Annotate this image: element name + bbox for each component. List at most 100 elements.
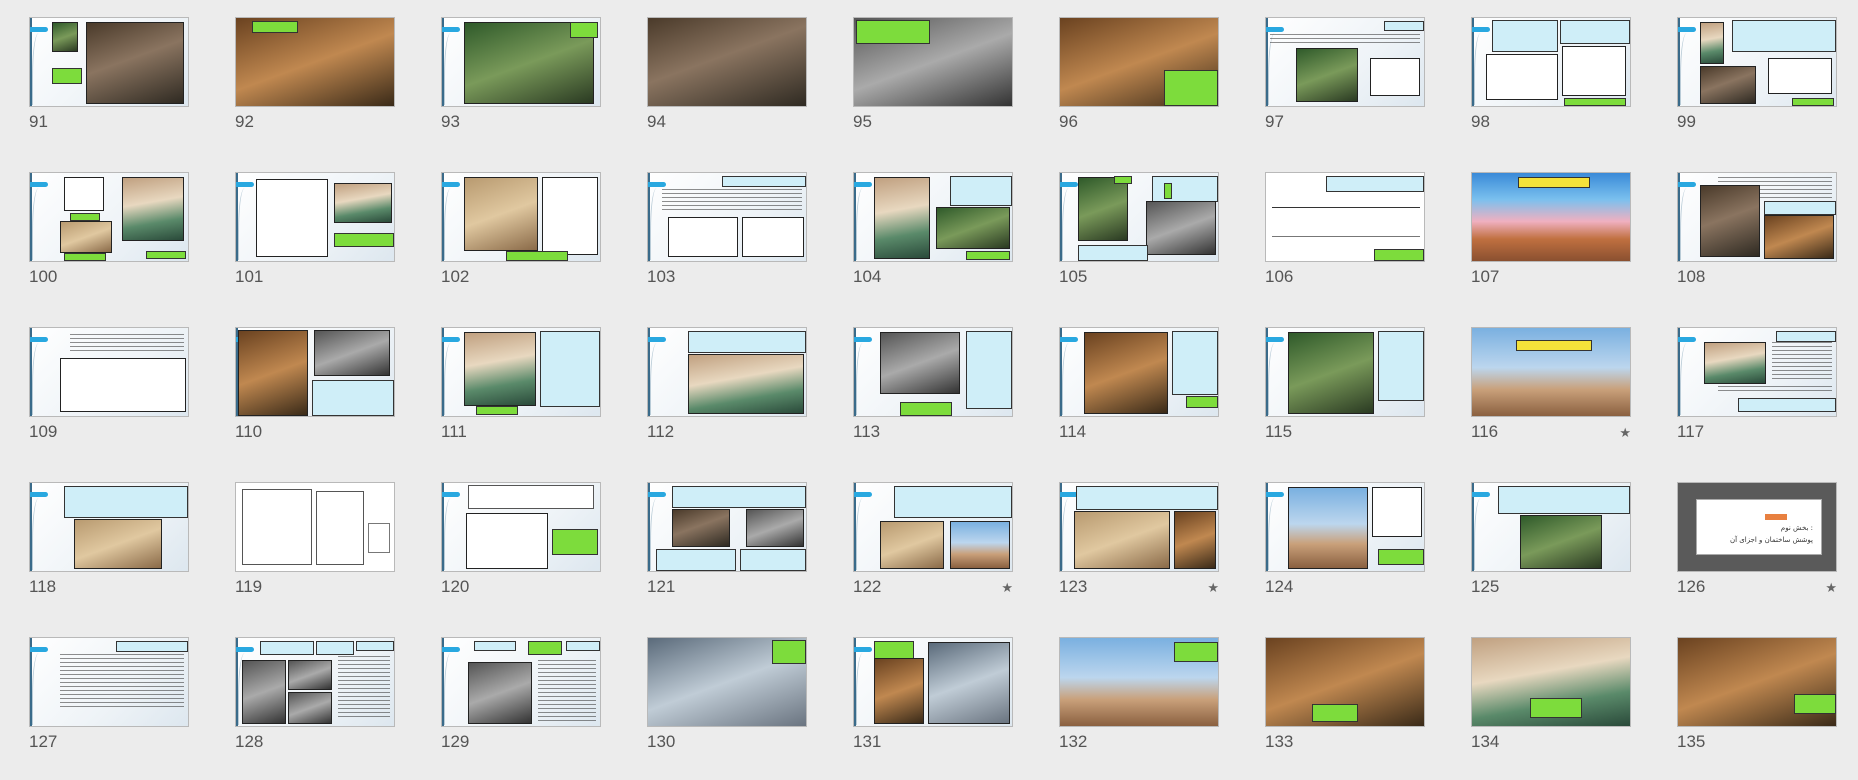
slide-thumbnail-94[interactable]: 94 [647,17,807,146]
slide-thumbnail-109[interactable]: 109 [29,327,189,456]
slide-number: 98 [1471,112,1490,131]
slide-number: 116 [1471,422,1499,441]
slide-preview [235,327,395,417]
star-icon[interactable]: ★ [1207,581,1219,596]
slide-thumbnail-130[interactable]: 130 [647,637,807,766]
slide-number: 135 [1677,732,1706,751]
slide-number: 107 [1471,267,1500,286]
slide-thumbnail-111[interactable]: 111 [441,327,601,456]
slide-thumbnail-131[interactable]: 131 [853,637,1013,766]
slide-thumbnail-102[interactable]: 102 [441,172,601,301]
slide-thumbnail-96[interactable]: 96 [1059,17,1219,146]
slide-preview [1677,637,1837,727]
slide-thumbnail-121[interactable]: 121 [647,482,807,611]
slide-thumbnail-129[interactable]: 129 [441,637,601,766]
slide-preview [1471,482,1631,572]
slide-number: 104 [853,267,882,286]
slide-thumbnail-92[interactable]: 92 [235,17,395,146]
slide-number: 128 [235,732,264,751]
slide-preview [1059,637,1219,727]
slide-thumbnail-115[interactable]: 115 [1265,327,1425,456]
slide-thumbnail-112[interactable]: 112 [647,327,807,456]
slide-preview [1471,17,1631,107]
slide-number: 113 [853,422,881,441]
slide-preview [441,172,601,262]
slide-thumbnail-116[interactable]: 116 ★ [1471,327,1631,456]
slide-thumbnail-123[interactable]: 123 ★ [1059,482,1219,611]
slide-thumbnail-132[interactable]: 132 [1059,637,1219,766]
slide-preview [1265,327,1425,417]
slide-number: 102 [441,267,470,286]
slide-thumbnail-106[interactable]: 106 [1265,172,1425,301]
slide-preview [1265,482,1425,572]
slide-thumbnail-91[interactable]: 91 [29,17,189,146]
slide-preview [29,172,189,262]
slide-thumbnail-101[interactable]: 101 [235,172,395,301]
slide-thumbnail-118[interactable]: 118 [29,482,189,611]
slide-thumbnail-104[interactable]: 104 [853,172,1013,301]
slide-thumbnail-98[interactable]: 98 [1471,17,1631,146]
slide-thumbnail-125[interactable]: 125 [1471,482,1631,611]
slide-thumbnail-117[interactable]: 117 [1677,327,1837,456]
slide-thumbnail-95[interactable]: 95 [853,17,1013,146]
title-placeholder: بخش نوم : پوشش ساختمان و اجزای آن [1696,499,1822,555]
slide-number: 123 [1059,577,1088,596]
slide-preview [1471,637,1631,727]
slide-thumbnail-124[interactable]: 124 [1265,482,1425,611]
slide-preview [1265,17,1425,107]
section-title: پوشش ساختمان و اجزای آن [1729,536,1813,544]
slide-number: 101 [235,267,264,286]
slide-thumbnail-105[interactable]: 105 [1059,172,1219,301]
slide-thumbnail-110[interactable]: 110 [235,327,395,456]
slide-thumbnail-107[interactable]: 107 [1471,172,1631,301]
slide-number: 131 [853,732,882,751]
slide-preview [1677,172,1837,262]
slide-number: 100 [29,267,58,286]
slide-preview [235,637,395,727]
slide-preview [1471,327,1631,417]
slide-number: 103 [647,267,676,286]
slide-thumbnail-128[interactable]: 128 [235,637,395,766]
slide-preview [853,482,1013,572]
slide-number: 93 [441,112,460,131]
slide-thumbnail-93[interactable]: 93 [441,17,601,146]
slide-thumbnail-134[interactable]: 134 [1471,637,1631,766]
slide-number: 129 [441,732,470,751]
slide-thumbnail-135[interactable]: 135 [1677,637,1837,766]
star-icon[interactable]: ★ [1619,426,1631,441]
slide-thumbnail-126[interactable]: بخش نوم : پوشش ساختمان و اجزای آن 126 ★ [1677,482,1837,611]
slide-thumbnail-99[interactable]: 99 [1677,17,1837,146]
slide-thumbnail-113[interactable]: 113 [853,327,1013,456]
slide-thumbnail-120[interactable]: 120 [441,482,601,611]
slide-number: 117 [1677,422,1705,441]
slide-preview [853,172,1013,262]
slide-preview [853,327,1013,417]
slide-preview [29,482,189,572]
slide-preview [29,327,189,417]
slide-thumbnail-114[interactable]: 114 [1059,327,1219,456]
slide-number: 106 [1265,267,1294,286]
slide-thumbnail-119[interactable]: 119 [235,482,395,611]
star-icon[interactable]: ★ [1001,581,1013,596]
slide-preview [29,17,189,107]
slide-preview [1059,17,1219,107]
slide-thumbnail-100[interactable]: 100 [29,172,189,301]
slide-preview [647,172,807,262]
slide-number: 130 [647,732,676,751]
slide-number: 94 [647,112,666,131]
star-icon[interactable]: ★ [1825,581,1837,596]
slide-number: 126 [1677,577,1706,596]
slide-thumbnail-103[interactable]: 103 [647,172,807,301]
slide-preview [235,172,395,262]
section-subtitle: بخش نوم : [1780,524,1813,532]
slide-thumbnail-133[interactable]: 133 [1265,637,1425,766]
slide-number: 125 [1471,577,1500,596]
slide-thumbnail-127[interactable]: 127 [29,637,189,766]
slide-thumbnail-108[interactable]: 108 [1677,172,1837,301]
slide-preview [1059,172,1219,262]
slide-number: 96 [1059,112,1078,131]
slide-thumbnail-97[interactable]: 97 [1265,17,1425,146]
slide-thumbnail-122[interactable]: 122 ★ [853,482,1013,611]
slide-preview [853,637,1013,727]
slide-number: 120 [441,577,470,596]
